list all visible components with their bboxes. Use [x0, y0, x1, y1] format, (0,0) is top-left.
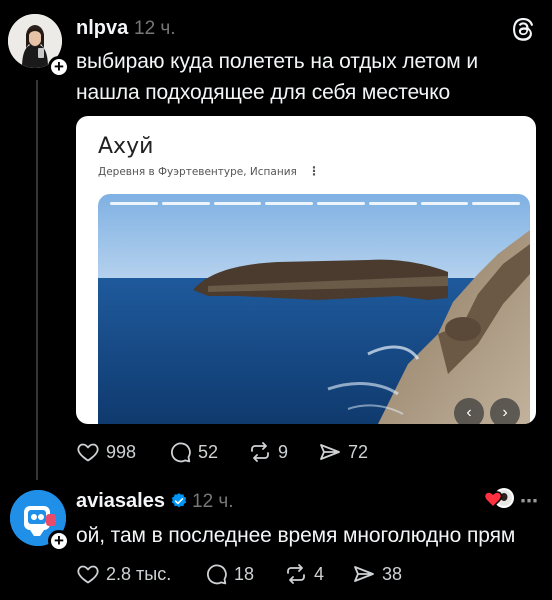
repost-count: 4: [314, 563, 325, 584]
more-options-icon[interactable]: ⋯: [520, 491, 539, 512]
thread-line: [36, 80, 38, 480]
heart-reaction-icon: [482, 484, 516, 518]
like-count: 998: [106, 441, 137, 462]
post-text-line2: нашла подходящее для себя местечко: [76, 81, 451, 104]
share-icon: [354, 566, 374, 582]
follow-plus-button[interactable]: +: [48, 530, 70, 552]
landscape-photo: [98, 194, 530, 424]
card-title: Ахуй: [98, 134, 154, 159]
like-action[interactable]: 2.8 тыс.: [76, 562, 171, 586]
share-action[interactable]: 38: [352, 562, 402, 586]
share-count: 72: [348, 441, 369, 462]
heart-icon: [77, 443, 99, 462]
comment-icon: [207, 564, 227, 585]
post-username[interactable]: nlpva: [76, 17, 128, 40]
threads-logo-icon[interactable]: [510, 16, 536, 42]
repost-icon: [287, 564, 305, 584]
card-menu-icon: ⋮: [308, 164, 320, 178]
reply-time: 12 ч.: [192, 491, 234, 512]
like-action[interactable]: 998: [76, 440, 136, 464]
like-count: 2.8 тыс.: [106, 563, 172, 584]
share-count: 38: [382, 563, 403, 584]
comment-icon: [171, 442, 191, 463]
prev-image-button[interactable]: ‹: [454, 398, 484, 424]
post-time: 12 ч.: [134, 18, 176, 39]
follow-plus-button[interactable]: +: [48, 56, 70, 78]
reply-username[interactable]: aviasales: [76, 490, 165, 513]
card-subtitle: Деревня в Фуэртевентуре, Испания: [98, 166, 297, 178]
repost-action[interactable]: 9: [248, 440, 288, 464]
comment-count: 52: [198, 441, 219, 462]
comment-action[interactable]: 18: [204, 562, 254, 586]
next-image-button[interactable]: ›: [490, 398, 520, 424]
reply-text: ой, там в последнее время многолюдно пря…: [76, 524, 516, 547]
repost-icon: [251, 442, 269, 462]
heart-icon: [77, 565, 99, 584]
share-action[interactable]: 72: [318, 440, 368, 464]
comment-action[interactable]: 52: [168, 440, 218, 464]
repost-action[interactable]: 4: [284, 562, 324, 586]
verified-badge-icon: [170, 492, 188, 510]
post-image-card[interactable]: Ахуй Деревня в Фуэртевентуре, Испания ⋮: [76, 116, 536, 424]
story-progress-bar: [110, 202, 520, 205]
comment-count: 18: [234, 563, 255, 584]
repost-count: 9: [278, 441, 289, 462]
share-icon: [320, 444, 340, 460]
post-text-line1: выбираю куда полететь на отдых летом и: [76, 50, 478, 73]
